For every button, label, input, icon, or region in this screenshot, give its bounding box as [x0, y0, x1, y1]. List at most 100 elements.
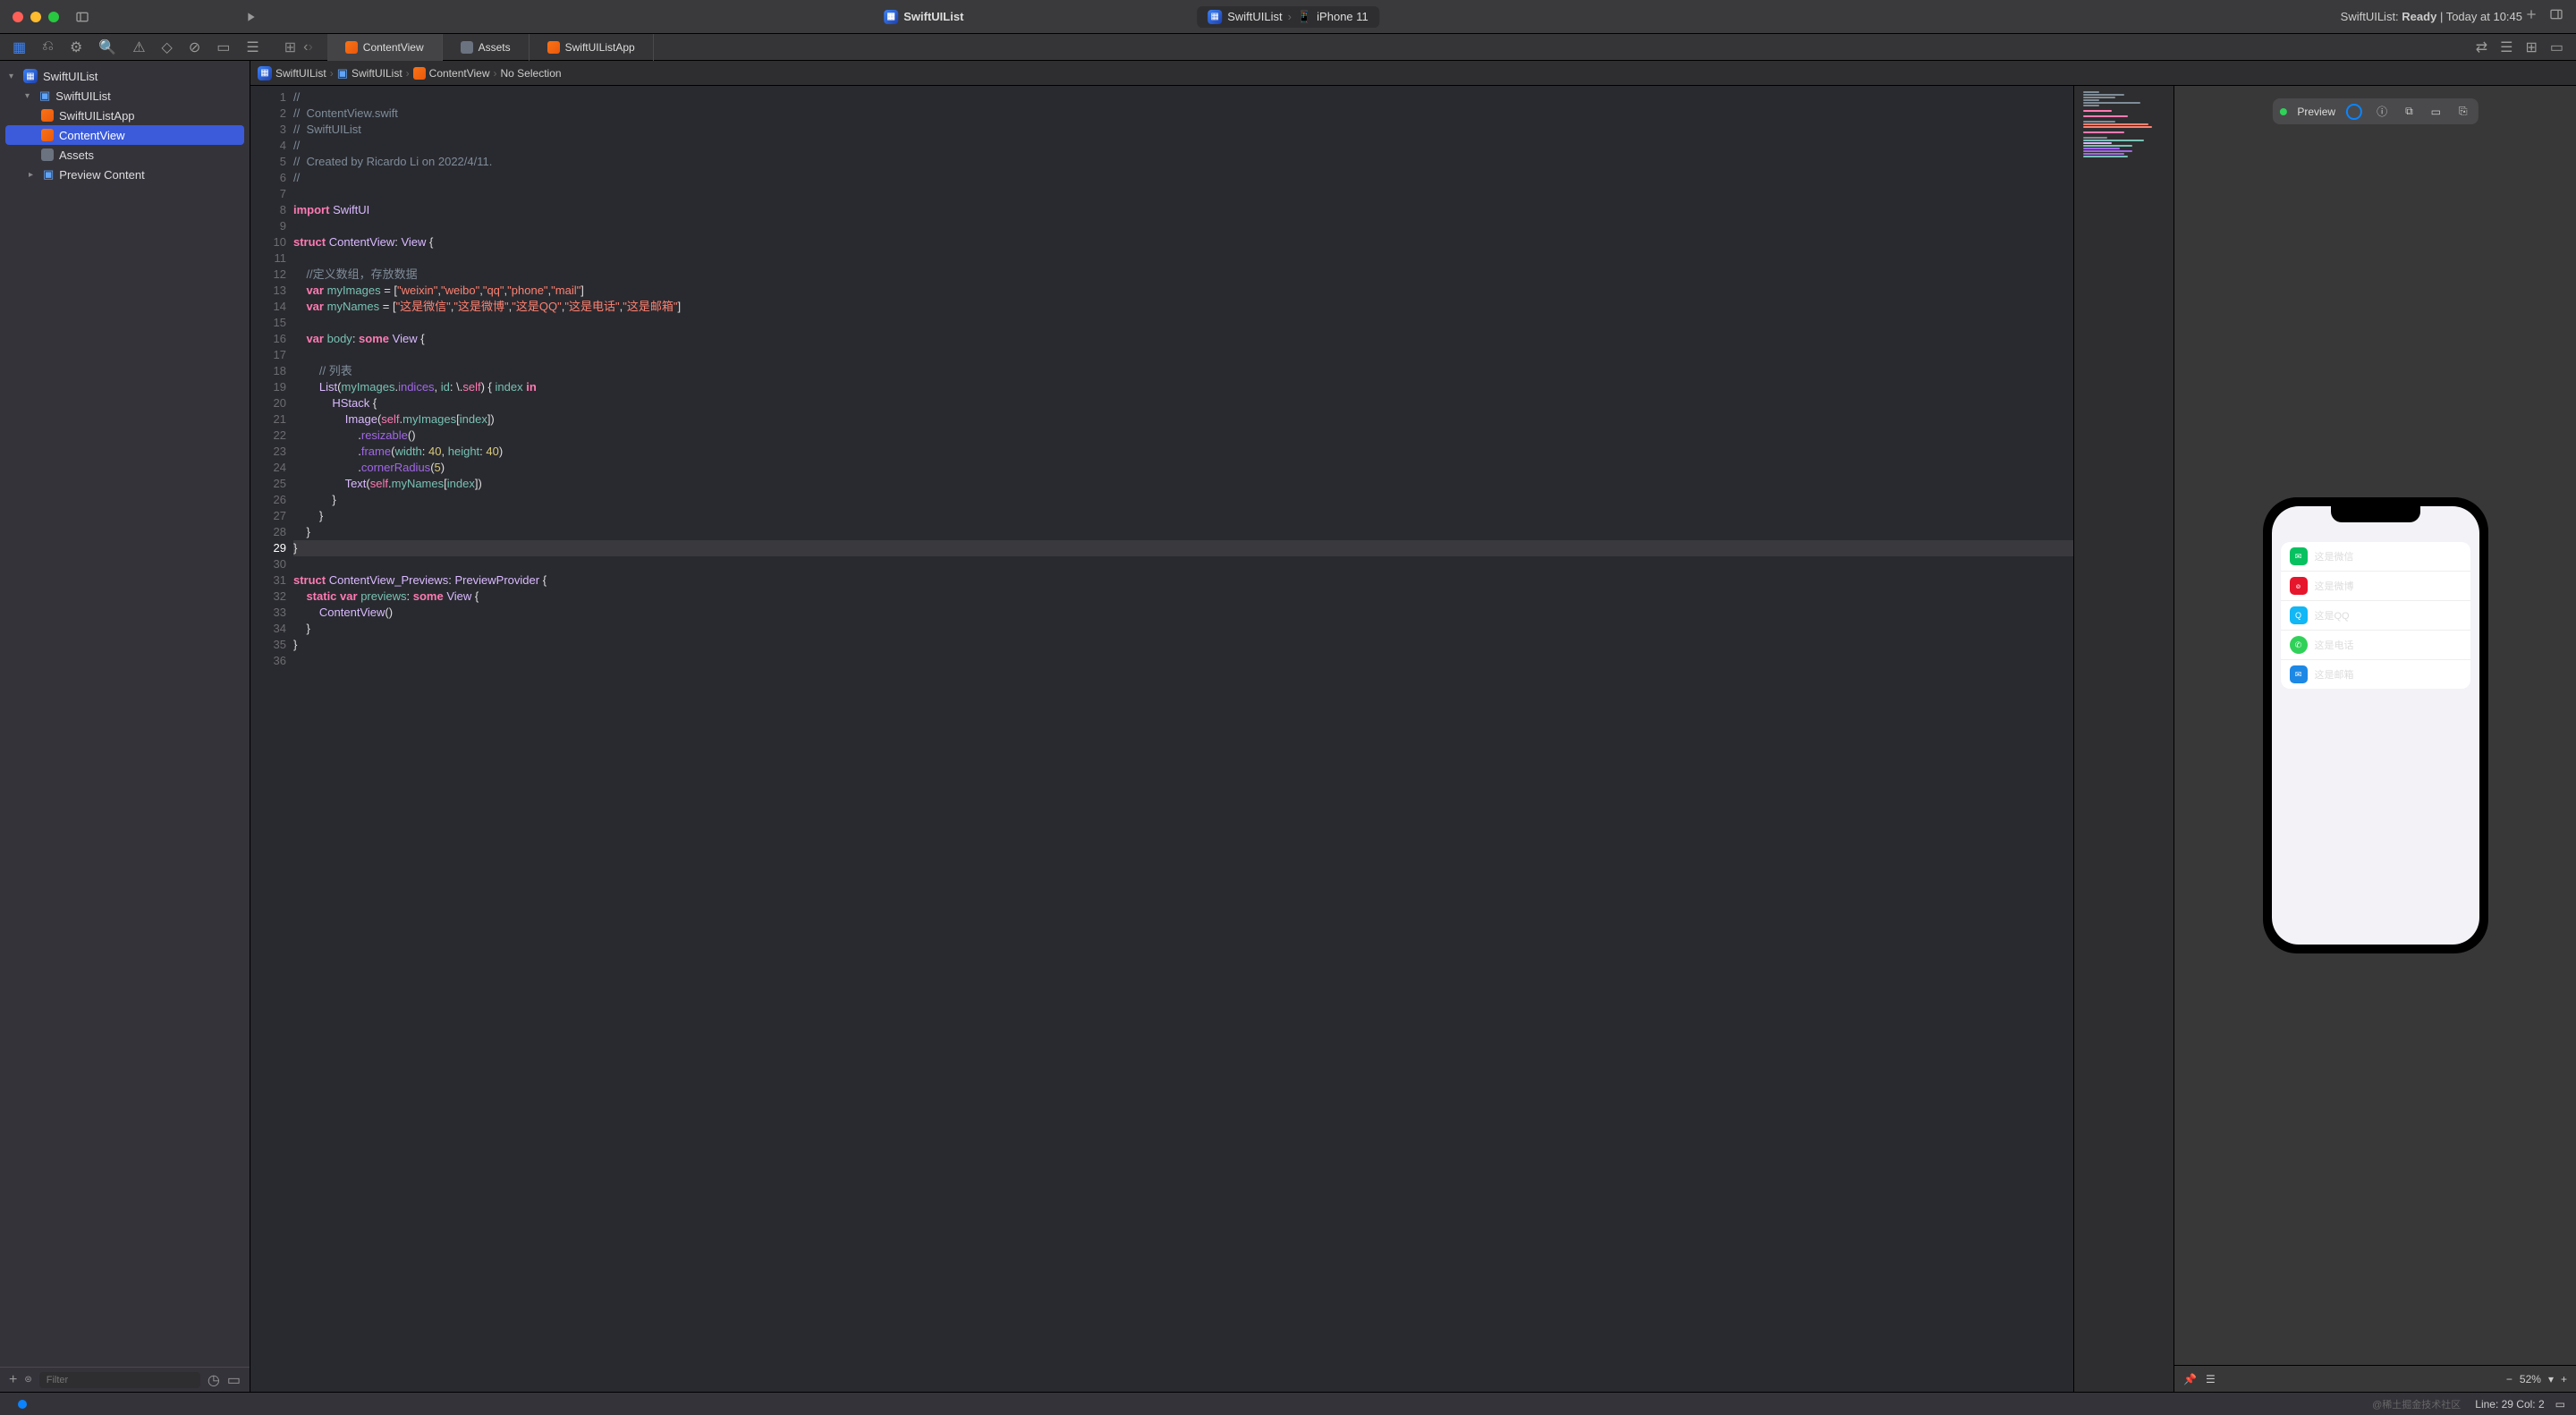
zoom-level[interactable]: 52%: [2520, 1373, 2541, 1385]
filter-scope-icon[interactable]: ⊜: [24, 1375, 31, 1385]
breadcrumb-item[interactable]: No Selection: [501, 67, 562, 80]
tree-file-contentview[interactable]: ContentView: [5, 125, 244, 145]
swift-icon: [41, 109, 54, 122]
run-button[interactable]: [238, 4, 263, 30]
adjust-editor-icon[interactable]: ☰: [2500, 38, 2512, 56]
editor-tabs: ContentView Assets SwiftUIListApp: [327, 34, 654, 61]
folder-nav-icon[interactable]: ▦: [13, 38, 26, 56]
list-item[interactable]: ✆ 这是电话: [2281, 631, 2470, 660]
folder-icon: ▣: [337, 66, 348, 80]
breadcrumb-item[interactable]: SwiftUIList: [275, 67, 326, 80]
preview-list: ✉ 这是微信 ๏ 这是微博 Q: [2281, 542, 2470, 689]
scheme-name: SwiftUIList: [1227, 10, 1282, 23]
tree-label: SwiftUIList: [55, 89, 110, 103]
cursor-position[interactable]: Line: 29 Col: 2: [2475, 1398, 2544, 1411]
scm-icon[interactable]: ▭: [227, 1371, 241, 1389]
chevron-down-icon[interactable]: ▾: [25, 91, 34, 101]
preview-canvas: Preview ⓘ ⧉ ▭ ⎘: [2174, 86, 2576, 1392]
list-item[interactable]: ✉ 这是微信: [2281, 542, 2470, 572]
preview-device-icon[interactable]: ▭: [2428, 104, 2445, 120]
source-control-icon[interactable]: ⎌: [42, 38, 54, 56]
breakpoint-nav-icon[interactable]: ▭: [216, 38, 230, 56]
zoom-out-icon[interactable]: −: [2506, 1373, 2512, 1385]
maximize-window-button[interactable]: [48, 12, 59, 22]
folder-icon: ▣: [43, 167, 54, 182]
code-content[interactable]: //// ContentView.swift// SwiftUIList////…: [293, 86, 2073, 1392]
tree-file-swiftuilistapp[interactable]: SwiftUIListApp: [0, 106, 250, 125]
test-nav-icon[interactable]: ◇: [162, 38, 173, 56]
status-prefix: SwiftUIList:: [2341, 10, 2399, 23]
filter-input[interactable]: [39, 1372, 200, 1388]
list-item[interactable]: ๏ 这是微博: [2281, 572, 2470, 601]
toolbar: ▦ ⎌ ⚙ 🔍 ⚠ ◇ ⊘ ▭ ☰ ⊞ ‹ › ContentView Asse…: [0, 34, 2576, 61]
titlebar: ▦ SwiftUIList ▦ SwiftUIList › 📱 iPhone 1…: [0, 0, 2576, 34]
tree-label: Assets: [59, 148, 94, 162]
code-editor[interactable]: 1234567891011121314151617181920212223242…: [250, 86, 2174, 1392]
preview-settings-icon[interactable]: ☰: [2206, 1373, 2216, 1385]
editor-mode-icon[interactable]: ▭: [2555, 1398, 2565, 1411]
preview-export-icon[interactable]: ⎘: [2455, 103, 2471, 120]
preview-inspect-icon[interactable]: ⓘ: [2373, 102, 2391, 121]
chevron-down-icon[interactable]: ▾: [9, 72, 18, 81]
editor-options-icon[interactable]: ⇄: [2476, 38, 2487, 56]
library-icon[interactable]: [2549, 7, 2563, 26]
device-name: iPhone 11: [1317, 10, 1368, 23]
weibo-icon: ๏: [2290, 577, 2308, 595]
tab-contentview[interactable]: ContentView: [327, 34, 443, 61]
weixin-icon: ✉: [2290, 547, 2308, 565]
nav-forward-icon[interactable]: ›: [308, 39, 312, 55]
jump-bar[interactable]: ▦ SwiftUIList › ▣ SwiftUIList › ContentV…: [250, 61, 2576, 86]
device-icon: 📱: [1297, 10, 1311, 24]
tree-file-assets[interactable]: Assets: [0, 145, 250, 165]
tree-label: Preview Content: [59, 168, 144, 182]
swift-icon: [41, 129, 54, 141]
tree-label: SwiftUIListApp: [59, 109, 135, 123]
add-file-icon[interactable]: +: [9, 1372, 17, 1388]
add-editor-icon[interactable]: ⊞: [2525, 38, 2537, 56]
inspector-toggle-icon[interactable]: ▭: [2550, 38, 2563, 56]
tree-folder-preview-content[interactable]: ▸ ▣ Preview Content: [0, 165, 250, 184]
tree-project-root[interactable]: ▾ ▦ SwiftUIList: [0, 66, 250, 86]
preview-controls: Preview ⓘ ⧉ ▭ ⎘: [2272, 98, 2478, 124]
zoom-in-icon[interactable]: +: [2561, 1373, 2567, 1385]
live-indicator-icon: [2279, 108, 2286, 115]
breadcrumb-item[interactable]: SwiftUIList: [352, 67, 402, 80]
breadcrumb-item[interactable]: ContentView: [429, 67, 490, 80]
qq-icon: Q: [2290, 606, 2308, 624]
project-icon: ▦: [258, 66, 272, 80]
issue-nav-icon[interactable]: ⚠: [132, 38, 145, 56]
navigator-sidebar: ▾ ▦ SwiftUIList ▾ ▣ SwiftUIList SwiftUIL…: [0, 61, 250, 1392]
zoom-dropdown-icon[interactable]: ▾: [2548, 1373, 2554, 1385]
report-nav-icon[interactable]: ☰: [246, 38, 258, 56]
live-preview-button[interactable]: [2346, 104, 2362, 120]
tree-group[interactable]: ▾ ▣ SwiftUIList: [0, 86, 250, 106]
related-items-icon[interactable]: ⊞: [284, 38, 296, 56]
list-item[interactable]: Q 这是QQ: [2281, 601, 2470, 631]
list-text: 这是QQ: [2315, 608, 2350, 623]
recent-icon[interactable]: ◷: [208, 1371, 220, 1389]
tab-label: ContentView: [363, 41, 424, 54]
preview-duplicate-icon[interactable]: ⧉: [2402, 103, 2417, 120]
minimize-window-button[interactable]: [30, 12, 41, 22]
device-frame: ✉ 这是微信 ๏ 这是微博 Q: [2263, 497, 2488, 953]
list-item[interactable]: ✉ 这是邮箱: [2281, 660, 2470, 689]
symbol-nav-icon[interactable]: ⚙: [70, 38, 82, 56]
project-icon: ▦: [23, 69, 38, 83]
close-window-button[interactable]: [13, 12, 23, 22]
debug-nav-icon[interactable]: ⊘: [189, 38, 200, 56]
minimap[interactable]: [2073, 86, 2174, 1392]
tab-swiftuilistapp[interactable]: SwiftUIListApp: [530, 34, 654, 61]
assets-icon: [461, 41, 473, 54]
chevron-right-icon[interactable]: ▸: [29, 170, 38, 180]
find-nav-icon[interactable]: 🔍: [98, 38, 116, 56]
folder-icon: ▣: [39, 89, 50, 103]
tab-assets[interactable]: Assets: [443, 34, 530, 61]
traffic-lights: [13, 12, 59, 22]
scheme-selector[interactable]: ▦ SwiftUIList ▦ SwiftUIList › 📱 iPhone 1…: [1197, 6, 1379, 28]
pin-preview-icon[interactable]: 📌: [2183, 1373, 2197, 1385]
device-screen[interactable]: ✉ 这是微信 ๏ 这是微博 Q: [2272, 506, 2479, 945]
list-text: 这是邮箱: [2315, 667, 2354, 682]
swift-icon: [345, 41, 358, 54]
sidebar-toggle-icon[interactable]: [70, 4, 95, 30]
add-icon[interactable]: [2524, 7, 2538, 26]
